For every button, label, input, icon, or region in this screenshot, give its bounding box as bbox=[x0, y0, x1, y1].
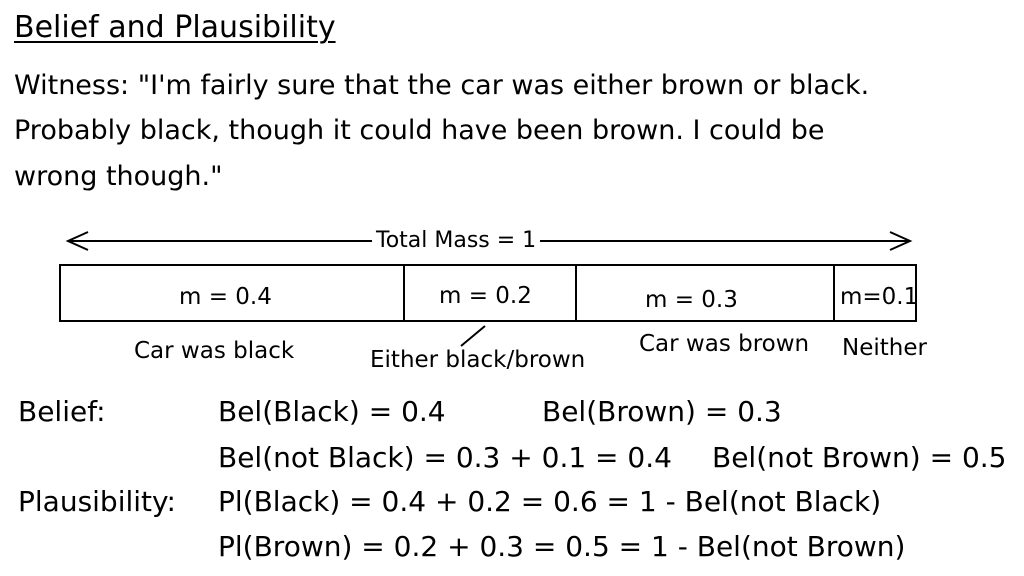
bel-black-formula: Bel(Black) = 0.4 bbox=[218, 395, 446, 428]
witness-quote-line-1: Witness: "I'm fairly sure that the car w… bbox=[14, 70, 870, 101]
segment-neither: m=0.1 bbox=[835, 266, 919, 320]
segment-either: m = 0.2 bbox=[405, 266, 577, 320]
plausibility-label: Plausibility: bbox=[18, 485, 176, 518]
mass-bar: m = 0.4 m = 0.2 m = 0.3 m=0.1 bbox=[59, 264, 919, 322]
total-mass-label: Total Mass = 1 bbox=[372, 227, 541, 255]
belief-label: Belief: bbox=[18, 395, 106, 428]
pl-black-formula: Pl(Black) = 0.4 + 0.2 = 0.6 = 1 - Bel(no… bbox=[218, 485, 882, 518]
bel-not-brown-formula: Bel(not Brown) = 0.5 bbox=[712, 441, 1007, 474]
bel-brown-formula: Bel(Brown) = 0.3 bbox=[542, 395, 782, 428]
segment-caption: Car was brown bbox=[639, 331, 810, 357]
segment-black: m = 0.4 bbox=[61, 266, 405, 320]
segment-mass: m=0.1 bbox=[840, 284, 919, 310]
segment-caption: Either black/brown bbox=[370, 347, 586, 373]
segment-mass: m = 0.3 bbox=[645, 287, 738, 313]
bel-not-black-formula: Bel(not Black) = 0.3 + 0.1 = 0.4 bbox=[218, 441, 672, 474]
pl-brown-formula: Pl(Brown) = 0.2 + 0.3 = 0.5 = 1 - Bel(no… bbox=[218, 530, 906, 563]
segment-mass: m = 0.2 bbox=[439, 283, 532, 309]
page-title: Belief and Plausibility bbox=[14, 10, 336, 45]
witness-quote-line-3: wrong though." bbox=[14, 161, 223, 192]
witness-quote-line-2: Probably black, though it could have bee… bbox=[14, 115, 825, 146]
segment-caption: Neither bbox=[842, 335, 927, 361]
segment-mass: m = 0.4 bbox=[179, 284, 272, 310]
segment-caption: Car was black bbox=[134, 338, 295, 364]
segment-brown: m = 0.3 bbox=[577, 266, 835, 320]
